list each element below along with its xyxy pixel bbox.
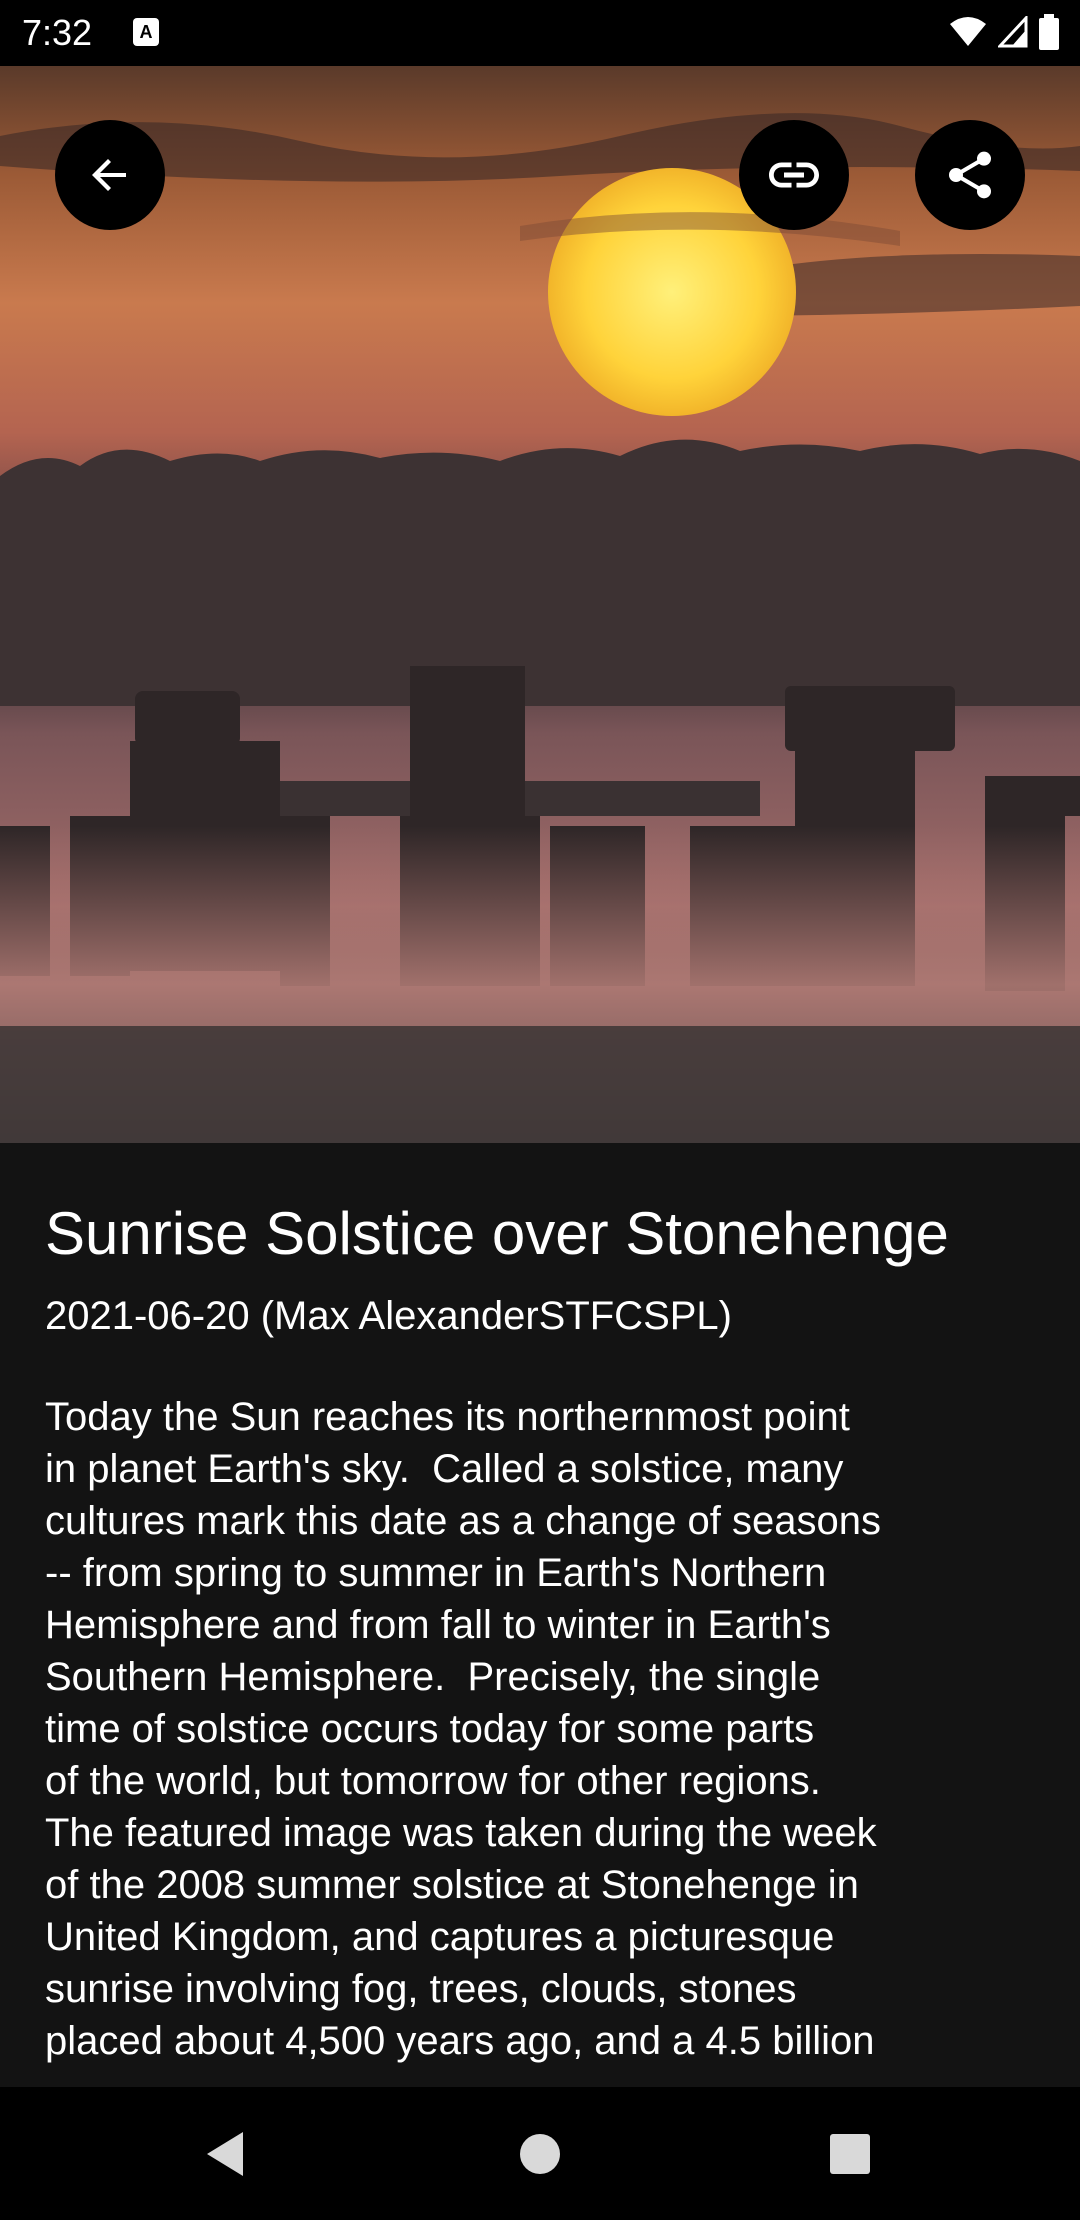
nav-recents-icon bbox=[830, 2133, 870, 2174]
wifi-icon bbox=[950, 17, 986, 46]
arrow-back-icon bbox=[92, 159, 126, 191]
signal-icon bbox=[998, 16, 1028, 48]
nav-home-icon bbox=[520, 2133, 560, 2174]
nav-back-icon bbox=[207, 2131, 243, 2176]
article-content[interactable]: Sunrise Solstice over Stonehenge 2021-06… bbox=[0, 1143, 1080, 2087]
nav-recents-button[interactable] bbox=[790, 2087, 910, 2220]
article-title: Sunrise Solstice over Stonehenge bbox=[45, 1200, 949, 1267]
notification-a-icon: A bbox=[133, 18, 159, 46]
status-bar: 7:32 A bbox=[0, 0, 1080, 66]
status-time: 7:32 bbox=[22, 12, 93, 53]
share-icon bbox=[949, 151, 991, 199]
article-date-credit: 2021-06-20 (Max AlexanderSTFCSPL) bbox=[45, 1294, 732, 1338]
nav-home-button[interactable] bbox=[480, 2087, 600, 2220]
battery-icon bbox=[1039, 14, 1059, 50]
share-button[interactable] bbox=[915, 120, 1025, 230]
article-explanation: Today the Sun reaches its northernmost p… bbox=[45, 1395, 882, 2063]
apod-image bbox=[0, 66, 1080, 1143]
status-icons bbox=[948, 12, 1060, 52]
back-button[interactable] bbox=[55, 120, 165, 230]
system-nav-bar bbox=[0, 2087, 1080, 2220]
nav-back-button[interactable] bbox=[165, 2087, 285, 2220]
link-button[interactable] bbox=[739, 120, 849, 230]
link-icon bbox=[769, 162, 819, 188]
